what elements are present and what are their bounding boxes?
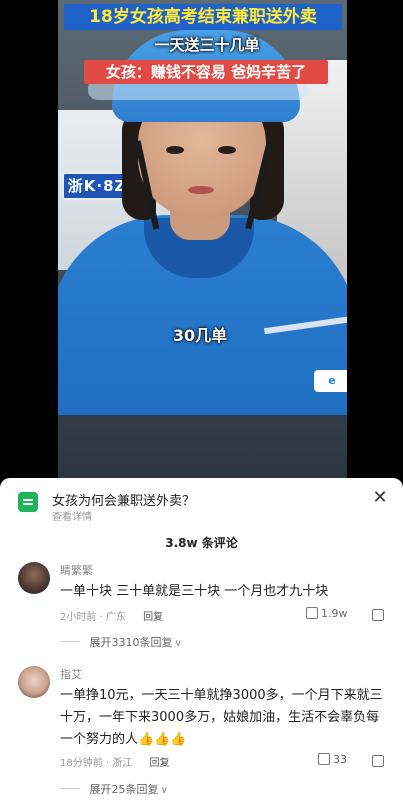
mouth xyxy=(188,186,214,194)
comment-text-body: 一单挣10元，一天三十单就挣3000多，一个月下来就三十万，一年下来3000多万… xyxy=(60,688,383,747)
expand-replies[interactable]: 展开25条回复 ∨ xyxy=(60,781,168,797)
reply-button[interactable]: 回复 xyxy=(143,612,163,623)
video-subtitle: 30几单 xyxy=(172,326,228,345)
question-icon xyxy=(18,492,38,512)
close-icon[interactable]: ✕ xyxy=(370,488,390,508)
chevron-down-icon: ∨ xyxy=(160,785,168,796)
avatar[interactable] xyxy=(18,562,50,594)
chevron-down-icon: ∨ xyxy=(174,638,182,649)
comment-meta: 2小时前 · 广东 回复 xyxy=(60,608,163,623)
comment-text: 一单十块 三十单就是三十块 一个月也才九十块 xyxy=(60,584,329,599)
like-button[interactable]: 1.9w xyxy=(306,607,348,620)
comment-text: 一单挣10元，一天三十单就挣3000多，一个月下来就三十万，一年下来3000多万… xyxy=(60,685,390,751)
video-player[interactable]: 浙K·8ZO e 18岁女孩高考结束兼职送外卖 一天送三十几单 女孩：赚钱不容易… xyxy=(0,0,403,478)
comment-author[interactable]: 睛繁繁 xyxy=(60,562,93,578)
expand-replies-label: 展开25条回复 xyxy=(89,783,159,796)
thumbs-up-emoji: 👍👍👍 xyxy=(138,732,187,747)
expand-replies[interactable]: 展开3310条回复 ∨ xyxy=(60,634,182,650)
video-title-line2: 一天送三十几单 xyxy=(154,36,260,54)
video-title-banner: 18岁女孩高考结束兼职送外卖 xyxy=(64,4,342,30)
video-title-quote: 女孩：赚钱不容易 爸妈辛苦了 xyxy=(84,60,328,84)
comment-time: 2小时前 · 广东 xyxy=(60,612,126,623)
avatar[interactable] xyxy=(18,666,50,698)
thumbs-up-icon xyxy=(318,753,330,765)
like-count: 1.9w xyxy=(321,607,348,620)
right-eye xyxy=(218,146,236,154)
like-count: 33 xyxy=(333,753,347,766)
comment-sheet: 女孩为何会兼职送外卖？ 查看详情 ✕ 3.8w 条评论 睛繁繁 一单十块 三十单… xyxy=(0,478,403,800)
thumbs-down-icon[interactable] xyxy=(372,755,384,767)
thumbs-up-icon xyxy=(306,607,318,619)
comment-author[interactable]: 指艾 xyxy=(60,666,82,682)
expand-replies-label: 展开3310条回复 xyxy=(89,636,173,649)
uniform-logo: e xyxy=(314,370,347,392)
question-title[interactable]: 女孩为何会兼职送外卖？ xyxy=(52,490,195,509)
thumbs-down-icon[interactable] xyxy=(372,609,384,621)
view-details-link[interactable]: 查看详情 xyxy=(52,508,92,523)
left-eye xyxy=(166,146,184,154)
comment-time: 18分钟前 · 浙江 xyxy=(60,758,133,769)
like-button[interactable]: 33 xyxy=(318,753,347,766)
comment-meta: 18分钟前 · 浙江 回复 xyxy=(60,754,169,769)
reply-button[interactable]: 回复 xyxy=(149,758,169,769)
comment-count: 3.8w 条评论 xyxy=(165,536,238,550)
